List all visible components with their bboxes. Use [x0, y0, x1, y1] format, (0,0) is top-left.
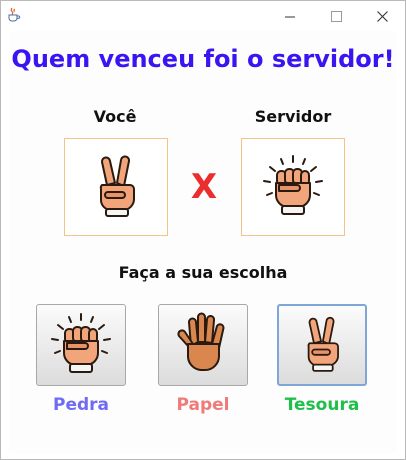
game-panel: Quem venceu foi o servidor! Você Servido…: [9, 31, 397, 453]
scissors-hand-icon: [99, 155, 135, 217]
close-icon: [376, 10, 388, 22]
title-bar: [1, 1, 405, 31]
paper-open-hand-icon: [177, 312, 225, 371]
choice-prompt: Faça a sua escolha: [118, 263, 288, 282]
rock-fist-icon: [51, 313, 111, 373]
you-hand-display: [64, 138, 168, 236]
minimize-button[interactable]: [267, 1, 313, 31]
minimize-icon: [284, 16, 295, 17]
rock-button[interactable]: [36, 304, 126, 386]
rock-fist-icon: [263, 155, 323, 215]
paper-label: Papel: [176, 395, 230, 415]
rock-label: Pedra: [52, 395, 109, 415]
you-label: Você: [93, 107, 137, 126]
scissors-button[interactable]: [277, 304, 367, 386]
server-label: Servidor: [254, 107, 332, 126]
maximize-button[interactable]: [313, 1, 359, 31]
scissors-hand-icon: [307, 316, 339, 372]
close-button[interactable]: [359, 1, 405, 31]
paper-button[interactable]: [158, 304, 248, 386]
maximize-icon: [330, 10, 342, 22]
server-hand-display: [241, 138, 345, 236]
scissors-label: Tesoura: [284, 395, 360, 415]
versus-mark: X: [190, 167, 218, 207]
result-headline: Quem venceu foi o servidor!: [11, 45, 395, 73]
game-window: Quem venceu foi o servidor! Você Servido…: [0, 0, 406, 460]
java-coffee-icon: [8, 7, 21, 22]
